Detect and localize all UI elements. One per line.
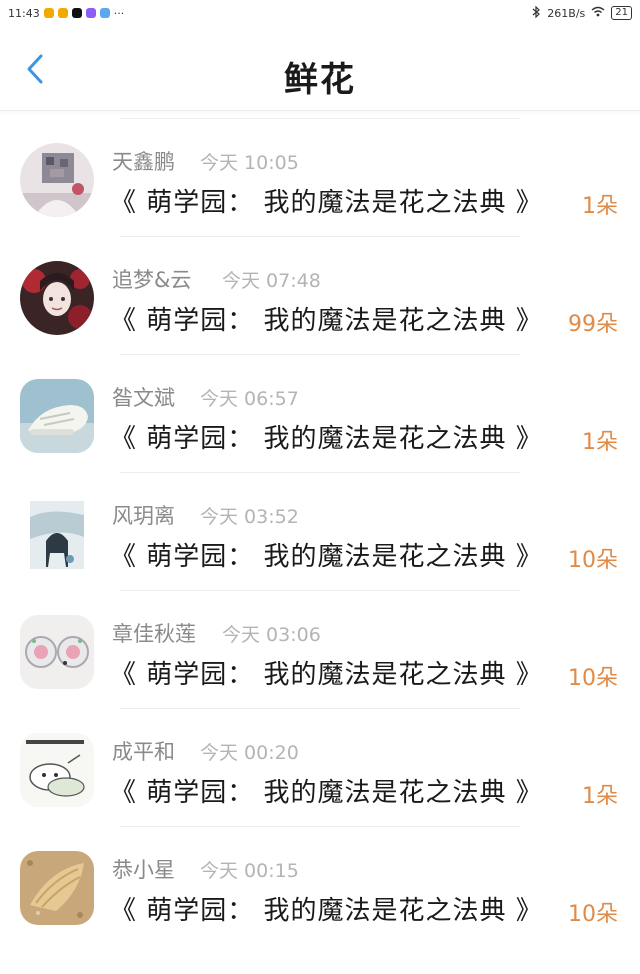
book-title[interactable]: 《 萌学园： 我的魔法是花之法典 》 bbox=[110, 536, 543, 573]
flower-quantity: 10朵 bbox=[568, 902, 618, 927]
user-name: 昝文斌 bbox=[112, 386, 175, 410]
timestamp: 今天 06:57 bbox=[200, 388, 299, 410]
tiktok-icon bbox=[71, 8, 82, 18]
timestamp: 今天 07:48 bbox=[222, 270, 321, 292]
book-title[interactable]: 《 萌学园： 我的魔法是花之法典 》 bbox=[110, 300, 543, 337]
list-item[interactable]: 追梦&云 今天 07:48 《 萌学园： 我的魔法是花之法典 》 99朵 bbox=[0, 236, 640, 354]
header-bar: 鲜花 bbox=[0, 26, 640, 111]
notification-app-icon bbox=[57, 8, 68, 18]
avatar[interactable] bbox=[20, 379, 94, 453]
flower-quantity: 1朵 bbox=[582, 430, 618, 455]
user-name: 章佳秋莲 bbox=[112, 622, 196, 646]
timestamp: 今天 00:15 bbox=[200, 860, 299, 882]
notification-app-icon bbox=[85, 8, 96, 18]
divider bbox=[120, 590, 520, 591]
list-item[interactable]: 章佳秋莲 今天 03:06 《 萌学园： 我的魔法是花之法典 》 10朵 bbox=[0, 590, 640, 708]
avatar[interactable] bbox=[20, 615, 94, 689]
more-notifications-icon: ··· bbox=[113, 6, 125, 20]
flower-quantity: 10朵 bbox=[568, 666, 618, 691]
user-name: 追梦&云 bbox=[112, 268, 192, 292]
network-speed: 261B/s bbox=[547, 6, 586, 20]
avatar[interactable] bbox=[20, 497, 94, 571]
avatar[interactable] bbox=[20, 851, 94, 925]
avatar[interactable] bbox=[20, 733, 94, 807]
book-title[interactable]: 《 萌学园： 我的魔法是花之法典 》 bbox=[110, 418, 543, 455]
user-name: 成平和 bbox=[112, 740, 175, 764]
notification-app-icon bbox=[43, 8, 54, 18]
avatar[interactable] bbox=[20, 261, 94, 335]
list-item[interactable]: 风玥离 今天 03:52 《 萌学园： 我的魔法是花之法典 》 10朵 bbox=[0, 472, 640, 590]
divider bbox=[120, 708, 520, 709]
book-title[interactable]: 《 萌学园： 我的魔法是花之法典 》 bbox=[110, 182, 543, 219]
divider bbox=[120, 236, 520, 237]
bluetooth-icon bbox=[532, 5, 541, 21]
wifi-icon bbox=[591, 6, 605, 20]
book-title[interactable]: 《 萌学园： 我的魔法是花之法典 》 bbox=[110, 772, 543, 809]
status-bar: 11:43 ··· 261B/s 21 bbox=[0, 0, 640, 26]
list-item[interactable]: 成平和 今天 00:20 《 萌学园： 我的魔法是花之法典 》 1朵 bbox=[0, 708, 640, 826]
divider bbox=[120, 354, 520, 355]
list-item[interactable]: 昝文斌 今天 06:57 《 萌学园： 我的魔法是花之法典 》 1朵 bbox=[0, 354, 640, 472]
divider bbox=[120, 826, 520, 827]
timestamp: 今天 10:05 bbox=[200, 152, 299, 174]
divider bbox=[120, 118, 520, 119]
user-name: 风玥离 bbox=[112, 504, 175, 528]
book-title[interactable]: 《 萌学园： 我的魔法是花之法典 》 bbox=[110, 654, 543, 691]
flower-quantity: 1朵 bbox=[582, 784, 618, 809]
user-name: 恭小星 bbox=[112, 858, 175, 882]
timestamp: 今天 03:06 bbox=[222, 624, 321, 646]
user-name: 天鑫鹏 bbox=[112, 150, 175, 174]
flower-quantity: 10朵 bbox=[568, 548, 618, 573]
page-title: 鲜花 bbox=[284, 60, 356, 100]
list-item[interactable]: 天鑫鹏 今天 10:05 《 萌学园： 我的魔法是花之法典 》 1朵 bbox=[0, 118, 640, 236]
battery-indicator: 21 bbox=[611, 6, 632, 20]
gift-list: 天鑫鹏 今天 10:05 《 萌学园： 我的魔法是花之法典 》 1朵 追梦&云 … bbox=[0, 118, 640, 944]
cloud-icon bbox=[99, 8, 110, 18]
timestamp: 今天 03:52 bbox=[200, 506, 299, 528]
timestamp: 今天 00:20 bbox=[200, 742, 299, 764]
flower-quantity: 1朵 bbox=[582, 194, 618, 219]
divider bbox=[120, 472, 520, 473]
list-item[interactable]: 恭小星 今天 00:15 《 萌学园： 我的魔法是花之法典 》 10朵 bbox=[0, 826, 640, 944]
status-time: 11:43 bbox=[8, 6, 40, 20]
flower-quantity: 99朵 bbox=[568, 312, 618, 337]
avatar[interactable] bbox=[20, 143, 94, 217]
book-title[interactable]: 《 萌学园： 我的魔法是花之法典 》 bbox=[110, 890, 543, 927]
